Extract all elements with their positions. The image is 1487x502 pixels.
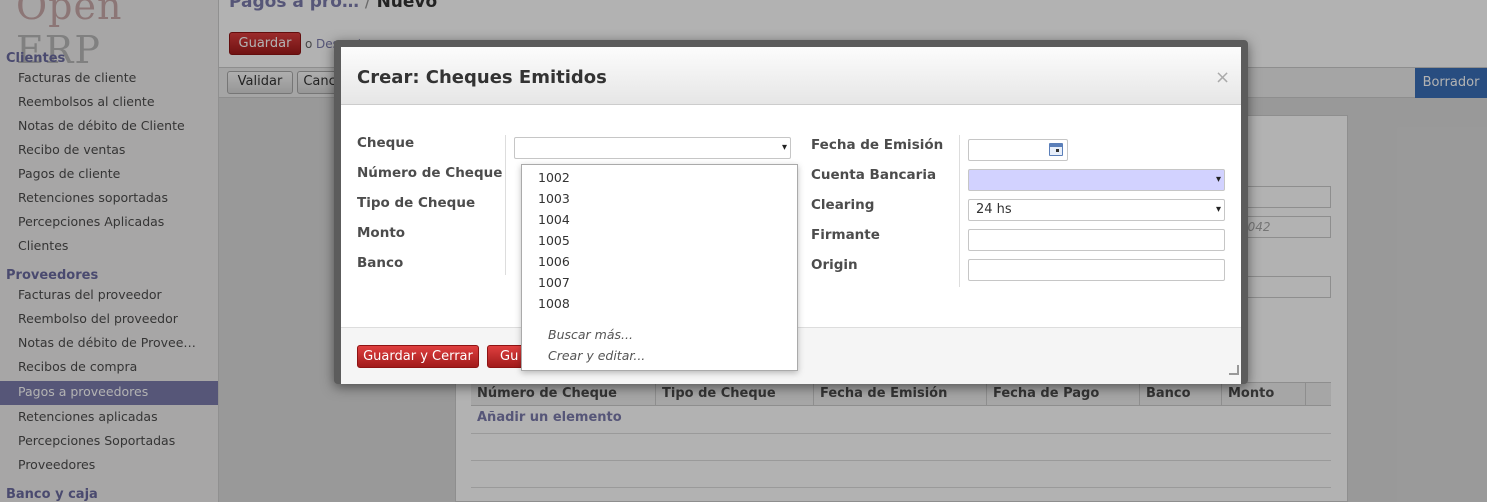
- origin-input[interactable]: [968, 259, 1225, 281]
- label-clearing: Clearing: [811, 197, 875, 213]
- cheque-select[interactable]: ▾: [514, 137, 791, 159]
- column-separator: [959, 135, 960, 287]
- firmante-input[interactable]: [968, 229, 1225, 251]
- chevron-down-icon[interactable]: ▾: [782, 138, 787, 158]
- label-fecha-emision: Fecha de Emisión: [811, 137, 944, 153]
- label-firmante: Firmante: [811, 227, 880, 243]
- dropdown-option[interactable]: 1007: [538, 275, 570, 290]
- dropdown-option[interactable]: 1008: [538, 296, 570, 311]
- cuenta-bancaria-select[interactable]: ▾: [968, 169, 1225, 191]
- calendar-icon[interactable]: [1049, 143, 1063, 156]
- cheque-autocomplete-dropdown: 1002 1003 1004 1005 1006 1007 1008 Busca…: [521, 164, 798, 371]
- dialog-header: Crear: Cheques Emitidos ×: [341, 47, 1241, 105]
- save-close-button[interactable]: Guardar y Cerrar: [357, 345, 479, 368]
- clearing-select[interactable]: 24 hs ▾: [968, 199, 1225, 221]
- dropdown-option[interactable]: 1004: [538, 212, 570, 227]
- label-origin: Origin: [811, 257, 858, 273]
- create-edit-option[interactable]: Crear y editar...: [548, 348, 645, 363]
- dialog-title: Crear: Cheques Emitidos: [357, 67, 607, 88]
- fecha-emision-input[interactable]: [968, 139, 1068, 161]
- resize-handle[interactable]: [1229, 365, 1239, 375]
- close-icon[interactable]: ×: [1215, 67, 1230, 88]
- chevron-down-icon[interactable]: ▾: [1216, 200, 1221, 220]
- dropdown-option[interactable]: 1003: [538, 191, 570, 206]
- dropdown-option[interactable]: 1006: [538, 254, 570, 269]
- clearing-value: 24 hs: [976, 202, 1012, 217]
- dropdown-option[interactable]: 1005: [538, 233, 570, 248]
- create-cheque-dialog: Crear: Cheques Emitidos × Cheque Número …: [334, 40, 1248, 384]
- label-monto: Monto: [357, 225, 406, 241]
- search-more-option[interactable]: Buscar más...: [548, 327, 633, 342]
- label-tipo-cheque: Tipo de Cheque: [357, 195, 476, 211]
- label-cheque: Cheque: [357, 135, 415, 151]
- dropdown-option[interactable]: 1002: [538, 170, 570, 185]
- label-banco: Banco: [357, 255, 404, 271]
- label-cuenta-bancaria: Cuenta Bancaria: [811, 167, 937, 183]
- label-numero-cheque: Número de Cheque: [357, 165, 503, 181]
- column-separator: [505, 135, 506, 275]
- chevron-down-icon[interactable]: ▾: [1216, 170, 1221, 190]
